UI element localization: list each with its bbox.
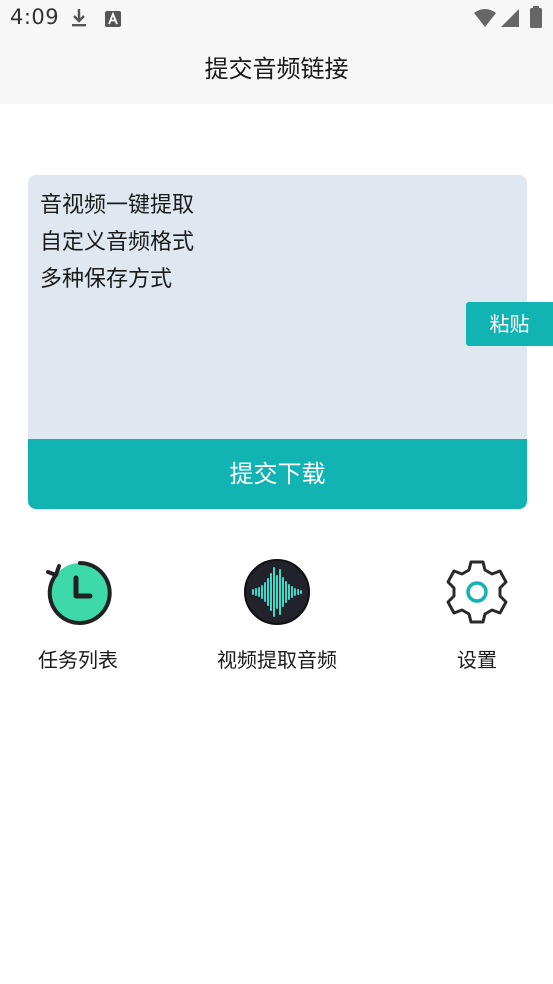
link-input[interactable]: 音视频一键提取 自定义音频格式 多种保存方式 bbox=[40, 187, 460, 298]
signal-icon bbox=[500, 8, 520, 32]
page-title: 提交音频链接 bbox=[204, 55, 349, 83]
paste-button[interactable]: 粘贴 bbox=[466, 302, 553, 346]
shortcut-label: 视频提取音频 bbox=[217, 648, 337, 672]
app-bar: 提交音频链接 bbox=[0, 36, 553, 104]
shortcut-task-list[interactable]: 任务列表 bbox=[0, 556, 168, 676]
link-input-line: 多种保存方式 bbox=[40, 267, 173, 292]
status-time: 4:09 bbox=[10, 5, 60, 29]
shortcut-label: 任务列表 bbox=[38, 648, 118, 672]
shortcut-extract-audio[interactable]: 视频提取音频 bbox=[187, 556, 367, 676]
task-history-icon bbox=[42, 556, 114, 628]
shortcut-label: 设置 bbox=[457, 648, 497, 672]
download-icon bbox=[68, 7, 90, 33]
link-input-line: 自定义音频格式 bbox=[40, 230, 195, 255]
link-input-card: 音视频一键提取 自定义音频格式 多种保存方式 提交下载 bbox=[28, 175, 527, 509]
status-bar: 4:09 bbox=[0, 0, 553, 36]
submit-download-button[interactable]: 提交下载 bbox=[28, 439, 527, 509]
wifi-icon bbox=[473, 8, 497, 32]
a-badge-icon bbox=[104, 10, 122, 32]
link-input-line: 音视频一键提取 bbox=[40, 193, 195, 218]
shortcut-settings[interactable]: 设置 bbox=[387, 556, 553, 676]
audio-waveform-icon bbox=[241, 556, 313, 628]
settings-gear-icon bbox=[441, 556, 513, 628]
battery-icon bbox=[529, 6, 543, 32]
